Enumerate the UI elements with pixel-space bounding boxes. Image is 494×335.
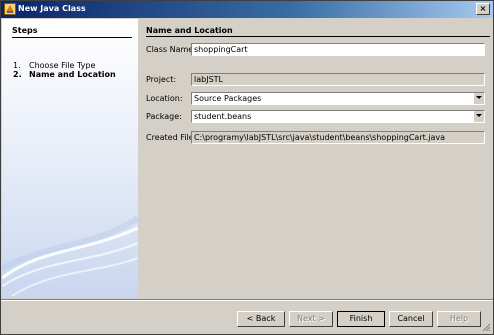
package-label: Package: [146,112,182,121]
class-name-label: Class Name: [146,45,196,54]
created-file-label: Created File: [146,133,197,142]
section-heading: Name and Location [146,26,233,35]
footer-divider-highlight [1,300,493,301]
help-button[interactable]: Help [437,311,481,327]
step-label: Name and Location [29,70,116,79]
name-location-panel: Name and Location Class Name: shoppingCa… [138,19,493,298]
window-title: New Java Class [18,4,86,13]
created-file-field: C:\programy\labJSTL\src\java\student\bea… [191,131,485,144]
decorative-swoosh-graphic [2,215,138,297]
step-label: Choose File Type [29,61,96,70]
finish-button[interactable]: Finish [337,311,385,327]
steps-panel: Steps 1. Choose File Type 2. Name and Loca… [2,19,138,298]
title-bar[interactable]: New Java Class × [1,1,493,18]
steps-heading: Steps [12,26,38,35]
project-field: labJSTL [191,73,485,86]
close-icon: × [479,4,487,13]
netbeans-app-icon [4,3,16,15]
chevron-down-icon [476,96,482,99]
next-button[interactable]: Next > [289,311,333,327]
location-dropdown-button[interactable] [473,93,484,104]
step-name-and-location: 2. Name and Location [13,70,116,79]
class-name-input[interactable]: shoppingCart [191,43,485,56]
cancel-button[interactable]: Cancel [389,311,433,327]
location-label: Location: [146,94,183,103]
project-label: Project: [146,75,177,84]
close-button[interactable]: × [476,3,490,15]
package-combo[interactable]: student.beans [191,110,485,123]
step-number: 1. [13,61,21,70]
step-number: 2. [13,70,22,79]
step-choose-file-type: 1. Choose File Type [13,61,95,70]
chevron-down-icon [476,114,482,117]
resize-grip-icon[interactable] [481,322,491,332]
location-select[interactable]: Source Packages [191,92,485,105]
steps-divider [12,37,132,38]
section-divider [146,36,490,37]
new-java-class-dialog: New Java Class × Steps 1. Choose File Typ… [0,0,494,335]
back-button[interactable]: < Back [237,311,285,327]
package-value: student.beans [194,112,252,121]
location-value: Source Packages [194,94,262,103]
package-dropdown-button[interactable] [473,111,484,122]
